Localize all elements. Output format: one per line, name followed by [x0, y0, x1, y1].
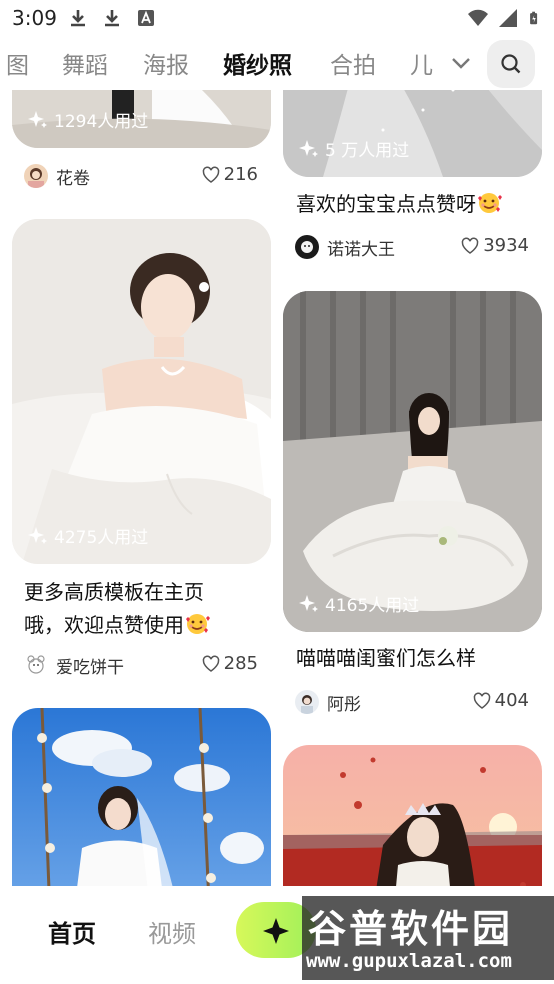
search-button[interactable] [487, 40, 535, 88]
template-card-image[interactable] [283, 745, 542, 886]
template-feed: 1294人用过 花卷 216 4275人用过 更多高质模板在主页 哦，欢迎点赞使… [0, 90, 554, 886]
usage-count: 4165人用过 [299, 591, 419, 616]
like-count[interactable]: 404 [473, 690, 529, 711]
sparkle-icon [299, 139, 318, 157]
category-tab-bar: 图 舞蹈 海报 婚纱照 合拍 儿 [0, 36, 554, 90]
download-icon [105, 10, 119, 27]
template-card-image[interactable]: 4165人用过 [283, 291, 542, 632]
card-title[interactable]: 更多高质模板在主页 哦，欢迎点赞使用 [24, 576, 264, 642]
tab-poster[interactable]: 海报 [143, 46, 189, 80]
sparkle-icon [299, 594, 318, 612]
like-count[interactable]: 285 [202, 653, 258, 674]
heart-icon [202, 655, 219, 672]
status-time: 3:09 [12, 6, 57, 30]
wedding-photo-image [12, 708, 271, 886]
watermark-logo: 谷普软件园 [308, 907, 514, 951]
heart-icon [473, 692, 490, 709]
app-notification-icon [138, 10, 154, 26]
tab-image[interactable]: 图 [6, 46, 29, 80]
heart-icon [202, 166, 219, 183]
nav-video[interactable]: 视频 [148, 914, 196, 949]
smiling-face-with-hearts-emoji [478, 193, 502, 213]
status-bar: 3:09 [0, 0, 554, 36]
tab-group-photo[interactable]: 合拍 [330, 46, 376, 80]
usage-count: 4275人用过 [28, 523, 148, 548]
wedding-photo-image [12, 219, 271, 564]
download-icon [71, 10, 85, 27]
sparkle-icon [28, 526, 47, 544]
avatar [24, 653, 48, 677]
wedding-photo-image [283, 90, 542, 177]
wifi-icon [468, 9, 488, 27]
heart-icon [461, 237, 479, 254]
tab-dance[interactable]: 舞蹈 [62, 46, 108, 80]
usage-count: 5 万人用过 [299, 136, 409, 161]
wedding-photo-image [283, 291, 542, 632]
card-author[interactable]: 阿彤 [295, 688, 361, 716]
search-icon [501, 54, 521, 74]
template-card-image[interactable]: 5 万人用过 [283, 90, 542, 177]
avatar [24, 164, 48, 188]
battery-charging-icon [530, 11, 538, 25]
card-title[interactable]: 喵喵喵闺蜜们怎么样 [296, 642, 541, 675]
nav-home[interactable]: 首页 [48, 914, 96, 949]
like-count[interactable]: 3934 [461, 235, 529, 256]
smiling-face-with-hearts-emoji [186, 614, 210, 634]
avatar [295, 690, 319, 714]
like-count[interactable]: 216 [202, 164, 258, 185]
watermark-url: www.gupuxlazal.com [306, 950, 512, 972]
chevron-down-icon[interactable] [448, 50, 474, 76]
card-author[interactable]: 诺诺大王 [295, 233, 395, 261]
sparkle-icon [28, 110, 47, 128]
watermark: 谷普软件园 www.gupuxlazal.com [302, 896, 554, 980]
usage-count: 1294人用过 [28, 107, 148, 132]
avatar [295, 235, 319, 259]
card-author[interactable]: 花卷 [24, 162, 90, 190]
tab-wedding-photo[interactable]: 婚纱照 [221, 46, 294, 80]
card-author[interactable]: 爱吃饼干 [24, 651, 124, 679]
sparkle-icon [263, 918, 289, 944]
card-title[interactable]: 喜欢的宝宝点点赞呀 [296, 188, 541, 221]
template-card-image[interactable]: 4275人用过 [12, 219, 271, 564]
signal-icon [499, 9, 517, 27]
template-card-image[interactable]: 1294人用过 [12, 90, 271, 148]
template-card-image[interactable] [12, 708, 271, 886]
wedding-photo-image [283, 745, 542, 886]
